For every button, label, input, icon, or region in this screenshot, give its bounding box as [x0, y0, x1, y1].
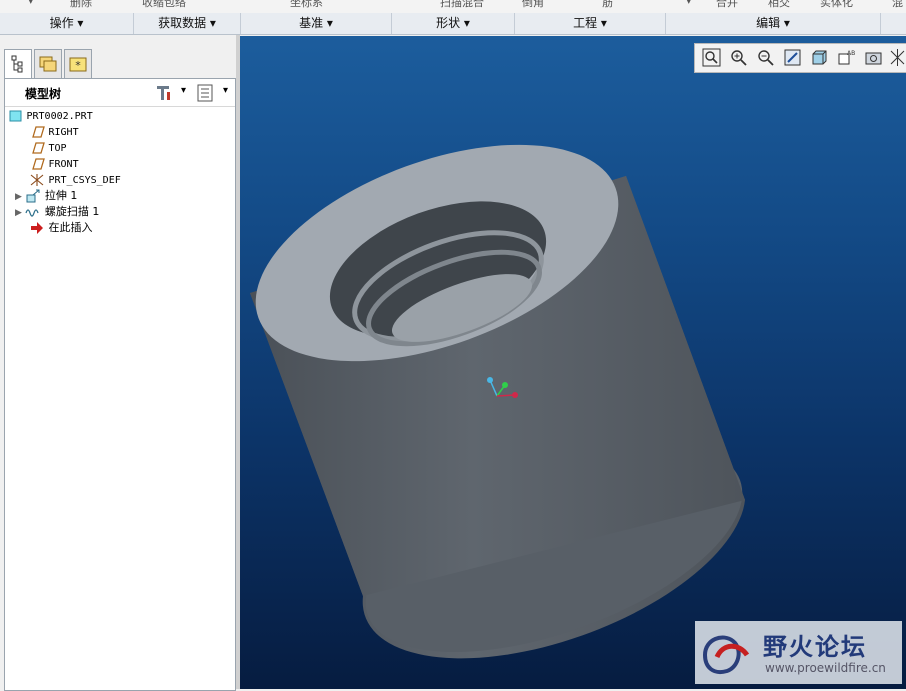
tree-item-top[interactable]: TOP	[29, 140, 67, 156]
group-operations[interactable]: 操作 ▾	[0, 13, 134, 34]
folder-browser-icon	[39, 56, 57, 72]
tree-item-extrude[interactable]: ▶ 拉伸 1	[15, 188, 77, 204]
tree-item-insert-here[interactable]: 在此插入	[29, 220, 93, 236]
datum-plane-icon	[32, 158, 45, 170]
view-manager-icon[interactable]	[864, 48, 883, 67]
tab-favorites[interactable]: *	[64, 49, 92, 78]
solidify-button[interactable]: 实体化	[820, 0, 853, 10]
favorites-icon: *	[69, 57, 87, 72]
expand-arrow-icon[interactable]: ▶	[15, 208, 22, 218]
tree-item-part[interactable]: PRT0002.PRT	[9, 108, 93, 124]
csys-button[interactable]: 坐标系	[290, 0, 323, 10]
model-tree: 模型树 ▾ ▾ PRT0002.PRT RIGHT TOP FRONT PRT_…	[4, 78, 236, 691]
top-toolbar-strip: ▾ 删除 收缩包络 坐标系 扫描混合 倒角 筋 ▾ 合并 相交 实体化 混	[0, 0, 906, 14]
coordinate-system-icon	[30, 174, 44, 186]
model-tree-header: 模型树 ▾ ▾	[5, 79, 235, 107]
chamfer-button[interactable]: 倒角	[522, 0, 544, 10]
helical-sweep-icon	[25, 209, 39, 217]
expand-arrow-icon[interactable]: ▶	[15, 192, 22, 202]
extrude-icon	[26, 189, 40, 203]
shrinkwrap-button[interactable]: 收缩包络	[142, 0, 186, 10]
model-tree-icon	[11, 55, 23, 73]
show-columns-icon[interactable]	[195, 83, 215, 103]
forum-watermark: 野火论坛 www.proewildfire.cn	[695, 621, 902, 684]
watermark-url: www.proewildfire.cn	[765, 661, 886, 675]
repaint-icon[interactable]	[783, 48, 802, 67]
chevron-down-icon[interactable]: ▾	[181, 85, 186, 96]
zoom-fit-icon[interactable]	[702, 48, 721, 67]
group-datum[interactable]: 基准 ▾	[241, 13, 392, 34]
tree-item-helical-sweep[interactable]: ▶ 螺旋扫描 1	[15, 204, 99, 220]
datum-plane-icon	[32, 142, 45, 154]
svg-text:*: *	[75, 59, 81, 72]
navigator-panel: * 模型树 ▾ ▾ PRT0002.PRT RIGHT TOP FRONT PR…	[0, 35, 240, 691]
part-model-nut	[250, 144, 745, 659]
forum-logo	[702, 635, 750, 674]
tab-model-tree[interactable]	[4, 49, 32, 79]
group-get-data[interactable]: 获取数据 ▾	[134, 13, 241, 34]
rib-button[interactable]: 筋	[602, 0, 613, 10]
dropdown-arrow-icon[interactable]: ▾	[686, 0, 692, 7]
group-editing[interactable]: 编辑 ▾	[666, 13, 881, 34]
intersect-button[interactable]: 相交	[768, 0, 790, 10]
tree-item-csys[interactable]: PRT_CSYS_DEF	[29, 172, 121, 188]
svg-text:AB: AB	[847, 50, 855, 57]
group-shapes[interactable]: 形状 ▾	[392, 13, 515, 34]
saved-views-icon[interactable]: AB	[837, 48, 856, 67]
watermark-title: 野火论坛	[763, 633, 867, 661]
chevron-down-icon[interactable]: ▾	[223, 85, 228, 96]
merge-button[interactable]: 合并	[716, 0, 738, 10]
tab-folder-browser[interactable]	[34, 49, 62, 78]
tree-item-right[interactable]: RIGHT	[29, 124, 79, 140]
swept-blend-button[interactable]: 扫描混合	[440, 0, 484, 10]
dropdown-arrow-icon[interactable]: ▾	[28, 0, 34, 7]
delete-button[interactable]: 删除	[70, 0, 92, 10]
tree-settings-icon[interactable]	[153, 83, 173, 103]
part-icon	[9, 110, 22, 122]
datum-plane-icon	[32, 126, 45, 138]
datum-display-icon[interactable]	[888, 48, 906, 67]
blend-button[interactable]: 混	[892, 0, 903, 10]
group-engineering[interactable]: 工程 ▾	[515, 13, 666, 34]
graphics-viewport[interactable]: AB 野火论坛 www.proewildfire.cn	[240, 36, 906, 689]
view-toolbar: AB	[694, 43, 906, 73]
insert-here-arrow-icon	[31, 222, 43, 234]
ribbon-group-bar: 操作 ▾ 获取数据 ▾ 基准 ▾ 形状 ▾ 工程 ▾ 编辑 ▾	[0, 13, 906, 35]
display-style-icon[interactable]	[810, 48, 829, 67]
tree-item-front[interactable]: FRONT	[29, 156, 79, 172]
model-tree-title: 模型树	[25, 87, 62, 101]
zoom-out-icon[interactable]	[756, 48, 775, 67]
zoom-in-icon[interactable]	[729, 48, 748, 67]
